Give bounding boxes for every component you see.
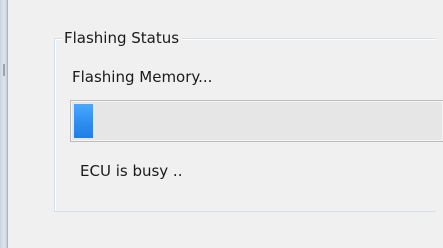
window-left-border [0,0,8,248]
flashing-memory-label: Flashing Memory... [72,68,213,86]
flashing-progress-bar [70,100,443,142]
ecu-busy-label: ECU is busy .. [80,162,183,180]
progress-fill [74,104,93,138]
resize-grip [3,64,5,76]
flashing-status-title: Flashing Status [62,27,183,49]
